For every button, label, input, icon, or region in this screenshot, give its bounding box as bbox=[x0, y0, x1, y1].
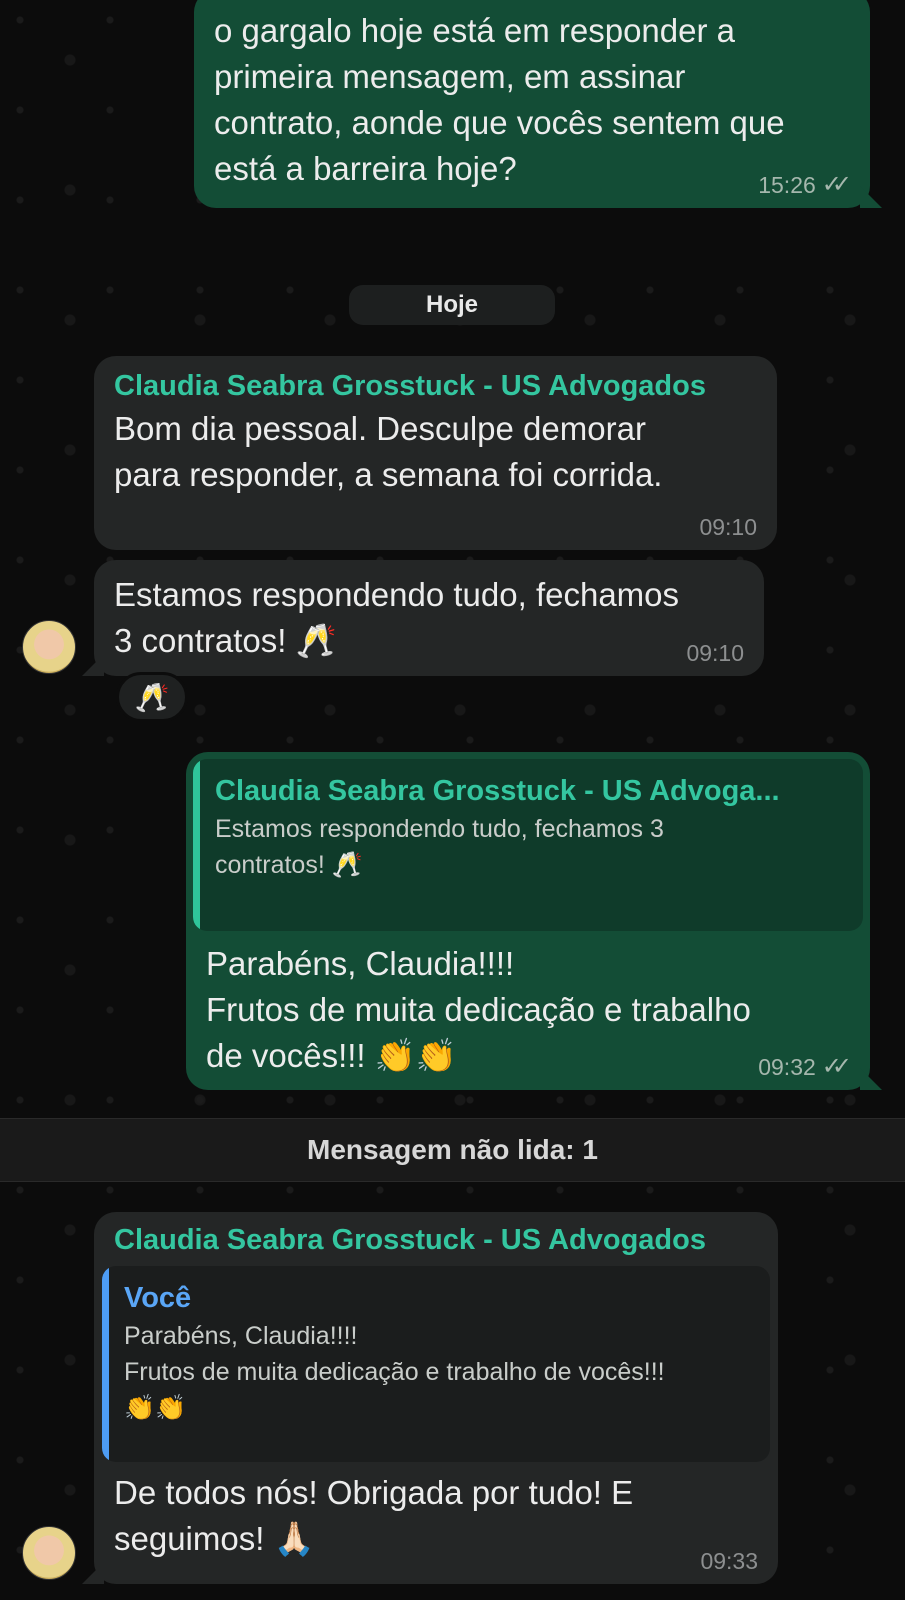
double-check-icon: ✓✓ bbox=[821, 1053, 852, 1080]
message-meta: 09:10 bbox=[699, 514, 757, 540]
sender-name[interactable]: Claudia Seabra Grosstuck - US Advogados bbox=[114, 366, 757, 406]
message-time: 09:32 bbox=[758, 1054, 816, 1080]
message-text: Bom dia pessoal. Desculpe demorar para r… bbox=[114, 410, 663, 493]
date-separator: Hoje bbox=[349, 285, 555, 325]
contact-avatar[interactable] bbox=[22, 620, 76, 674]
incoming-reply-message[interactable]: Claudia Seabra Grosstuck - US Advogados … bbox=[82, 1212, 778, 1584]
sender-name[interactable]: Claudia Seabra Grosstuck - US Advogados bbox=[102, 1220, 770, 1260]
double-check-icon: ✓✓ bbox=[821, 171, 852, 198]
message-meta: 09:32 ✓✓ bbox=[758, 1053, 852, 1081]
message-text: De todos nós! Obrigada por tudo! E segui… bbox=[114, 1474, 634, 1557]
message-text: Estamos respondendo tudo, fechamos 3 con… bbox=[114, 576, 680, 659]
message-time: 09:10 bbox=[699, 514, 757, 540]
message-time: 09:10 bbox=[686, 640, 744, 666]
quote-text: Parabéns, Claudia!!!! Frutos de muita de… bbox=[124, 1322, 665, 1422]
quoted-message[interactable]: Você Parabéns, Claudia!!!! Frutos de mui… bbox=[102, 1266, 770, 1462]
message-time: 09:33 bbox=[700, 1548, 758, 1574]
message-meta: 09:10 bbox=[686, 640, 744, 666]
outgoing-message[interactable]: o gargalo hoje está em responder a prime… bbox=[194, 0, 882, 208]
message-meta: 09:33 bbox=[700, 1548, 758, 1574]
champagne-icon: 🥂 bbox=[134, 681, 170, 713]
outgoing-reply-message[interactable]: Claudia Seabra Grosstuck - US Advoga... … bbox=[186, 752, 882, 1090]
message-time: 15:26 bbox=[758, 172, 816, 198]
incoming-message[interactable]: Claudia Seabra Grosstuck - US Advogados … bbox=[94, 356, 777, 550]
quoted-message[interactable]: Claudia Seabra Grosstuck - US Advoga... … bbox=[193, 759, 863, 931]
chat-window[interactable]: o gargalo hoje está em responder a prime… bbox=[0, 0, 905, 1600]
contact-avatar[interactable] bbox=[22, 1526, 76, 1580]
quote-text: Estamos respondendo tudo, fechamos 3 con… bbox=[215, 815, 664, 879]
quote-author: Você bbox=[124, 1282, 192, 1314]
message-meta: 15:26 ✓✓ bbox=[758, 171, 852, 199]
incoming-message[interactable]: Estamos respondendo tudo, fechamos 3 con… bbox=[82, 560, 764, 676]
reaction-badge[interactable]: 🥂 bbox=[116, 672, 188, 722]
quote-author: Claudia Seabra Grosstuck - US Advoga... bbox=[215, 775, 780, 807]
unread-separator: Mensagem não lida: 1 bbox=[0, 1118, 905, 1182]
message-text: o gargalo hoje está em responder a prime… bbox=[214, 12, 785, 187]
